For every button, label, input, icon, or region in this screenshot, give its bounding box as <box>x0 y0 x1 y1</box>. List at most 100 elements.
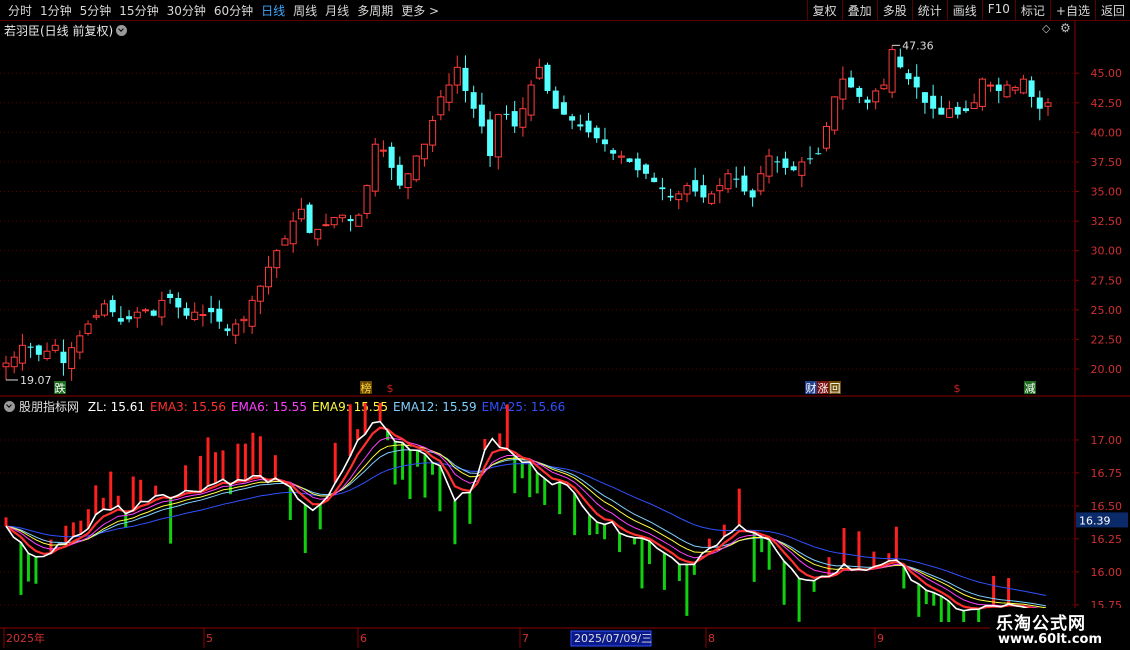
candle-body <box>659 187 666 190</box>
low-mark-label: 19.07 <box>20 374 52 387</box>
candle-body <box>265 266 273 288</box>
cursor-date-label: 2025/07/09/三 <box>574 632 652 645</box>
candle-body <box>577 124 584 127</box>
candle-body <box>314 228 322 240</box>
candle-body <box>199 314 207 317</box>
candle-body <box>487 119 494 157</box>
candle-body <box>126 316 133 320</box>
candle-body <box>905 73 912 80</box>
series-line-zl <box>5 420 1047 615</box>
candle-body <box>831 96 839 131</box>
y-tick-label: 22.50 <box>1091 333 1123 346</box>
candle-body <box>379 149 387 152</box>
candle-body <box>954 106 961 115</box>
series-line-ema25 <box>5 462 1047 596</box>
y-tick-label: 32.50 <box>1091 215 1123 228</box>
watermark-title: 乐淘公式网 <box>996 614 1086 634</box>
candle-body <box>273 250 281 269</box>
candle-body <box>1028 80 1035 97</box>
candle-body <box>511 111 518 127</box>
candle-body <box>363 185 371 214</box>
candle-body <box>930 95 937 109</box>
candle-body <box>839 78 847 100</box>
candle-body <box>175 298 182 308</box>
candle-body <box>404 173 412 189</box>
watermark-url: www.60lt.com <box>998 632 1103 647</box>
x-tick-label: 5 <box>206 632 213 645</box>
candle-body <box>946 108 954 118</box>
candle-body <box>100 303 108 316</box>
candle-body <box>798 161 806 176</box>
candle-body <box>774 161 781 163</box>
x-tick-label: 2025年 <box>6 631 45 645</box>
candle-body <box>494 114 502 158</box>
candle-body <box>248 299 256 327</box>
candle-body <box>76 335 84 353</box>
candle-body <box>429 120 437 146</box>
candle-body <box>445 84 453 103</box>
candle-body <box>51 344 59 351</box>
candle-body <box>765 155 773 177</box>
candle-body <box>396 164 403 186</box>
candle-body <box>585 120 592 133</box>
y-tick-label: 16.00 <box>1091 566 1123 579</box>
candle-body <box>84 323 92 334</box>
candle-body <box>880 84 888 90</box>
candle-body <box>133 311 141 319</box>
candle-body <box>716 185 724 192</box>
candle-body <box>1036 97 1043 109</box>
candle-body <box>371 143 379 192</box>
candle-body <box>355 214 363 227</box>
candle-body <box>807 158 814 160</box>
candle-body <box>256 285 264 302</box>
y-tick-label: 16.75 <box>1091 467 1123 480</box>
candle-body <box>617 155 625 158</box>
candle-body <box>856 87 863 97</box>
candle-body <box>68 347 76 369</box>
candle-body <box>306 204 313 233</box>
y-tick-label: 35.00 <box>1091 186 1123 199</box>
candle-body <box>995 84 1002 91</box>
candle-body <box>412 155 420 181</box>
indicator-lines <box>5 420 1047 615</box>
candle-body <box>962 108 969 112</box>
candle-body <box>27 346 34 348</box>
candle-body <box>453 66 461 86</box>
y-tick-label: 20.00 <box>1091 363 1123 376</box>
candle-body <box>208 307 215 313</box>
candle-body <box>503 113 510 115</box>
candle-body <box>601 139 608 145</box>
x-tick-label: 8 <box>708 632 715 645</box>
event-badge-label: $ <box>954 382 961 395</box>
y-tick-label: 40.00 <box>1091 126 1123 139</box>
candle-body <box>560 102 567 115</box>
candle-body <box>60 351 67 364</box>
candle-body <box>741 175 748 192</box>
candle-body <box>626 158 633 162</box>
candle-body <box>790 166 797 171</box>
event-badge-label: 减 <box>1025 382 1036 395</box>
event-badge-label: 财 <box>806 381 817 395</box>
candle-body <box>675 193 683 201</box>
candle-body <box>289 220 297 245</box>
x-tick-label: 7 <box>522 632 529 645</box>
candle-body <box>191 311 199 320</box>
x-tick-label: 6 <box>360 632 367 645</box>
y-tick-label: 16.25 <box>1091 533 1123 546</box>
candle-body <box>782 158 789 168</box>
candle-body <box>462 67 469 91</box>
candle-body <box>322 224 330 227</box>
series-line-ema12 <box>5 449 1047 607</box>
series-line-ema3 <box>5 426 1047 613</box>
candle-body <box>987 84 995 87</box>
y-tick-label: 16.50 <box>1091 500 1123 513</box>
candle-body <box>347 219 354 222</box>
candle-body <box>150 310 157 316</box>
chart-canvas[interactable]: 45.00 42.50 40.00 37.50 35.00 32.50 30.00 27.50… <box>0 0 1130 650</box>
candle-body <box>35 345 42 355</box>
candle-body <box>552 90 559 109</box>
candle-body <box>938 107 945 115</box>
high-mark-label: 47.36 <box>902 39 934 52</box>
candle-body <box>478 104 485 127</box>
candle-body <box>978 78 986 107</box>
